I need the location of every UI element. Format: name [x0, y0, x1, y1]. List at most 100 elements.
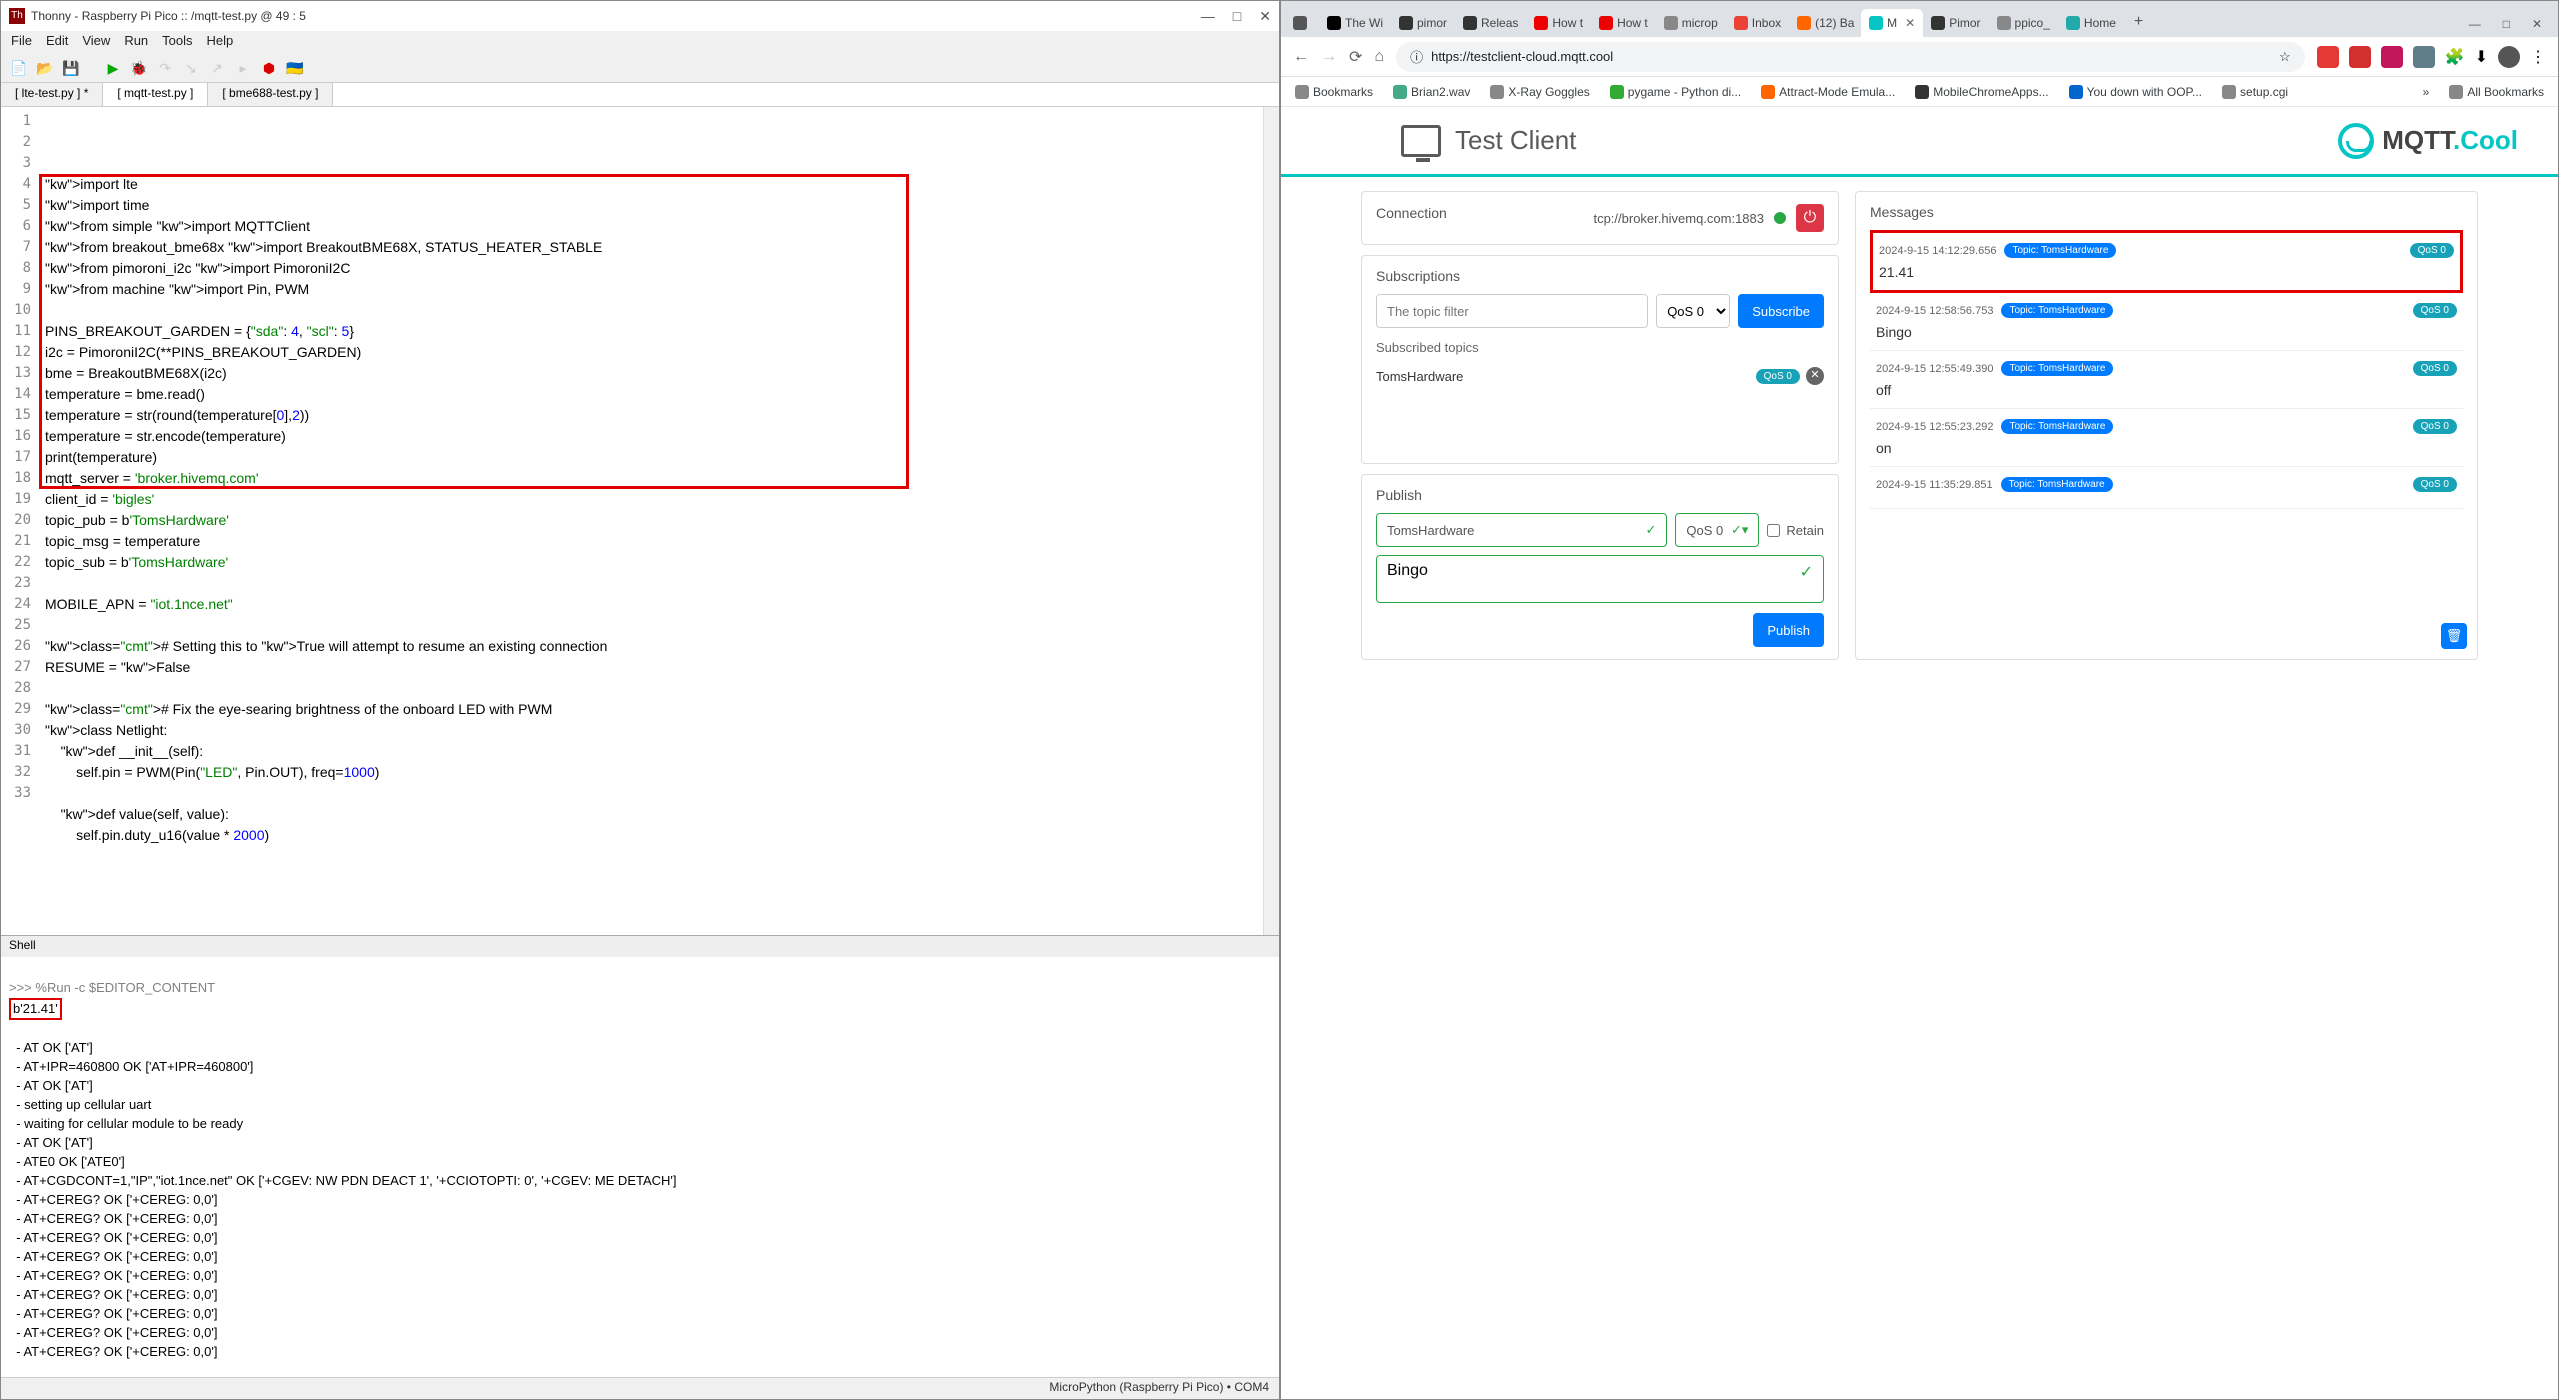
- support-ukraine-icon[interactable]: 🇺🇦: [285, 58, 305, 78]
- new-file-icon[interactable]: 📄: [9, 58, 29, 78]
- site-info-icon[interactable]: ⓘ: [1410, 47, 1423, 66]
- message-topic-pill: Topic: TomsHardware: [2001, 303, 2113, 318]
- favicon: [1534, 16, 1548, 30]
- save-file-icon[interactable]: 💾: [61, 58, 81, 78]
- thonny-titlebar[interactable]: Th Thonny - Raspberry Pi Pico :: /mqtt-t…: [1, 1, 1279, 31]
- chrome-close[interactable]: ✕: [2532, 17, 2542, 31]
- thonny-statusbar[interactable]: MicroPython (Raspberry Pi Pico) • COM4: [1, 1377, 1279, 1399]
- publish-topic-input[interactable]: TomsHardware ✓: [1376, 513, 1667, 547]
- chrome-tab[interactable]: (12) Ba: [1789, 9, 1861, 37]
- shell-cmd: %Run -c $EDITOR_CONTENT: [35, 980, 215, 995]
- ext-icon-2[interactable]: [2349, 46, 2371, 68]
- chrome-tab[interactable]: ppico_: [1989, 9, 2058, 37]
- chrome-tab[interactable]: How t: [1591, 9, 1656, 37]
- tab-lte-test[interactable]: [ lte-test.py ] *: [1, 83, 103, 106]
- extensions-puzzle-icon[interactable]: 🧩: [2445, 47, 2465, 67]
- menu-help[interactable]: Help: [207, 33, 234, 51]
- profile-avatar[interactable]: [2498, 46, 2520, 68]
- unsubscribe-button[interactable]: ✕: [1806, 367, 1824, 385]
- menu-tools[interactable]: Tools: [162, 33, 192, 51]
- chrome-maximize[interactable]: □: [2503, 17, 2510, 31]
- chrome-tab[interactable]: [1285, 9, 1319, 37]
- retain-checkbox[interactable]: Retain: [1767, 513, 1824, 547]
- debug-icon[interactable]: 🐞: [129, 58, 149, 78]
- message-timestamp: 2024-9-15 11:35:29.851: [1876, 479, 1993, 491]
- disconnect-button[interactable]: ⏻: [1796, 204, 1824, 232]
- editor-scrollbar[interactable]: [1263, 107, 1279, 935]
- close-tab-icon[interactable]: ✕: [1905, 16, 1915, 30]
- subscribe-qos-select[interactable]: QoS 0: [1656, 294, 1730, 328]
- menu-view[interactable]: View: [82, 33, 110, 51]
- topic-filter-input[interactable]: [1376, 294, 1648, 328]
- bookmark-item[interactable]: Bookmarks: [1295, 85, 1373, 99]
- bookmark-star-icon[interactable]: ☆: [2279, 49, 2291, 65]
- tab-label: pimor: [1417, 16, 1447, 30]
- chrome-tab[interactable]: M ✕: [1861, 9, 1923, 37]
- step-out-icon[interactable]: ↗: [207, 58, 227, 78]
- code-editor[interactable]: 1234567891011121314151617181920212223242…: [1, 107, 1279, 935]
- menu-run[interactable]: Run: [124, 33, 148, 51]
- bookmarks-bar: Bookmarks Brian2.wav X-Ray Goggles pygam…: [1281, 77, 2558, 107]
- chrome-tab[interactable]: Releas: [1455, 9, 1526, 37]
- message-topic-pill: Topic: TomsHardware: [2001, 419, 2113, 434]
- all-bookmarks[interactable]: All Bookmarks: [2449, 85, 2544, 99]
- chrome-tab[interactable]: microp: [1656, 9, 1726, 37]
- shell-output[interactable]: >>> %Run -c $EDITOR_CONTENT b'21.41' - A…: [1, 957, 1279, 1377]
- bookmark-item[interactable]: Attract-Mode Emula...: [1761, 85, 1895, 99]
- chrome-minimize[interactable]: —: [2469, 17, 2481, 31]
- new-tab-button[interactable]: +: [2124, 7, 2153, 37]
- monitor-icon: [1401, 125, 1441, 157]
- bookmark-item[interactable]: pygame - Python di...: [1610, 85, 1741, 99]
- home-button[interactable]: ⌂: [1374, 48, 1384, 66]
- stop-icon[interactable]: ⬢: [259, 58, 279, 78]
- bookmark-item[interactable]: Brian2.wav: [1393, 85, 1470, 99]
- maximize-button[interactable]: □: [1233, 8, 1241, 25]
- chrome-tab[interactable]: Home: [2058, 9, 2124, 37]
- subscribe-button[interactable]: Subscribe: [1738, 294, 1824, 328]
- ext-icon-4[interactable]: [2413, 46, 2435, 68]
- publish-message-input[interactable]: Bingo ✓: [1376, 555, 1824, 603]
- step-over-icon[interactable]: ↷: [155, 58, 175, 78]
- reload-button[interactable]: ⟳: [1349, 47, 1362, 67]
- chrome-tab[interactable]: Inbox: [1726, 9, 1789, 37]
- forward-button[interactable]: →: [1321, 48, 1337, 66]
- downloads-icon[interactable]: ⬇: [2475, 47, 2488, 67]
- menu-edit[interactable]: Edit: [46, 33, 68, 51]
- close-button[interactable]: ✕: [1259, 8, 1271, 25]
- ext-icon-3[interactable]: [2381, 46, 2403, 68]
- publish-qos-select[interactable]: QoS 0 ✓▾: [1675, 513, 1759, 547]
- minimize-button[interactable]: —: [1201, 8, 1215, 25]
- chrome-tab[interactable]: Pimor: [1923, 9, 1988, 37]
- back-button[interactable]: ←: [1293, 48, 1309, 66]
- publish-button[interactable]: Publish: [1753, 613, 1824, 647]
- bookmark-item[interactable]: You down with OOP...: [2069, 85, 2202, 99]
- code-body[interactable]: "kw">import lte"kw">import time"kw">from…: [39, 107, 1263, 935]
- step-into-icon[interactable]: ↘: [181, 58, 201, 78]
- chrome-tab[interactable]: How t: [1526, 9, 1591, 37]
- tab-label: ppico_: [2015, 16, 2050, 30]
- bookmark-item[interactable]: MobileChromeApps...: [1915, 85, 2048, 99]
- tab-mqtt-test[interactable]: [ mqtt-test.py ]: [103, 83, 208, 106]
- bookmark-item[interactable]: setup.cgi: [2222, 85, 2288, 99]
- chrome-menu-icon[interactable]: ⋮: [2530, 47, 2546, 67]
- message-timestamp: 2024-9-15 12:58:56.753: [1876, 305, 1993, 317]
- ext-icon-1[interactable]: [2317, 46, 2339, 68]
- address-bar[interactable]: ⓘ https://testclient-cloud.mqtt.cool ☆: [1396, 42, 2305, 72]
- open-file-icon[interactable]: 📂: [35, 58, 55, 78]
- tab-bme688-test[interactable]: [ bme688-test.py ]: [208, 83, 333, 106]
- connection-url: tcp://broker.hivemq.com:1883: [1593, 211, 1764, 226]
- shell-tab[interactable]: Shell: [1, 935, 1279, 957]
- chrome-tab[interactable]: pimor: [1391, 9, 1455, 37]
- chrome-tab[interactable]: The Wi: [1319, 9, 1391, 37]
- mqtt-cool-logo: MQTT.Cool: [2338, 123, 2518, 159]
- menu-file[interactable]: File: [11, 33, 32, 51]
- clear-messages-button[interactable]: 🗑: [2441, 623, 2467, 649]
- run-icon[interactable]: ▶: [103, 58, 123, 78]
- tab-label: M: [1887, 16, 1897, 30]
- chrome-window: The Wi pimor Releas How t How t microp I…: [1280, 0, 2559, 1400]
- chrome-tabstrip: The Wi pimor Releas How t How t microp I…: [1281, 1, 2558, 37]
- bookmark-item[interactable]: X-Ray Goggles: [1490, 85, 1589, 99]
- message-item: 2024-9-15 12:58:56.753 Topic: TomsHardwa…: [1870, 293, 2463, 351]
- resume-icon[interactable]: ▸: [233, 58, 253, 78]
- favicon: [1869, 16, 1883, 30]
